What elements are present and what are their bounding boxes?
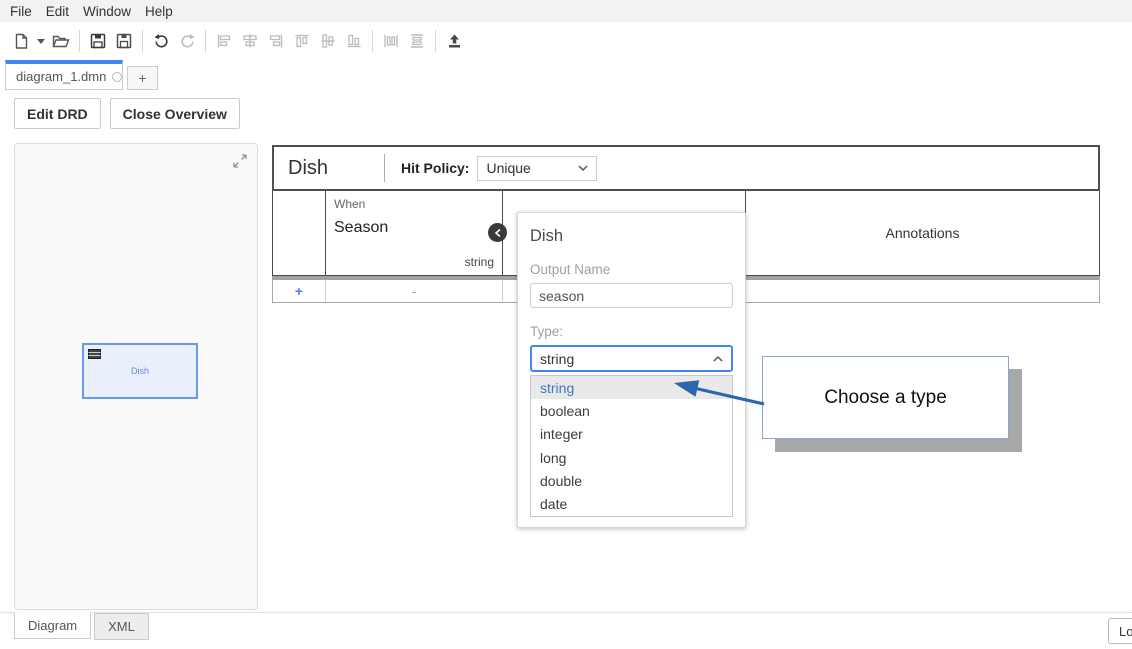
hit-policy-select[interactable]: Unique [477,156,597,181]
annotations-column-header[interactable]: Annotations [746,191,1099,275]
decision-table-title[interactable]: Dish [288,157,384,180]
input-column-name: Season [334,219,388,237]
overview-action-bar: Edit DRD Close Overview [14,98,240,129]
choose-type-callout: Choose a type [762,356,1009,439]
unsaved-indicator-icon [112,72,122,82]
type-label: Type: [530,324,733,339]
output-edit-popup: Dish Output Name Type: string string boo… [517,212,746,528]
type-select-value: string [540,351,574,367]
input-column-header[interactable]: When Season string [326,191,503,275]
edit-drd-button[interactable]: Edit DRD [14,98,101,129]
open-folder-icon [52,33,70,49]
input-column-type: string [465,255,494,269]
toolbar-separator [142,30,143,52]
align-bottom-button[interactable] [341,28,367,54]
tab-diagram-view[interactable]: Diagram [14,612,91,639]
column-edit-badge[interactable] [488,223,507,242]
add-row-button[interactable]: + [273,280,326,302]
menu-bar: File Edit Window Help [0,0,1132,22]
type-option-long[interactable]: long [531,446,732,469]
type-select[interactable]: string [530,345,733,372]
row-number-column-header [273,191,326,275]
open-file-button[interactable] [48,28,74,54]
toolbar-separator [372,30,373,52]
type-option-integer[interactable]: integer [531,423,732,446]
chevron-left-icon [494,228,502,238]
type-option-date[interactable]: date [531,492,732,515]
drd-overview-panel[interactable]: Dish [14,143,258,610]
when-label: When [334,197,365,211]
save-icon [90,33,106,49]
close-overview-button[interactable]: Close Overview [110,98,240,129]
footer-separator [0,612,1132,613]
distribute-horizontally-icon [383,33,399,49]
align-center-vertical-icon [242,33,258,49]
save-as-icon [116,33,132,49]
align-center-vertical-button[interactable] [237,28,263,54]
align-left-icon [216,33,232,49]
align-left-button[interactable] [211,28,237,54]
chevron-up-icon [713,356,723,362]
distribute-vertically-icon [409,33,425,49]
log-button[interactable]: Log [1108,618,1132,644]
view-tab-strip: Diagram XML [14,613,149,640]
save-button[interactable] [85,28,111,54]
input-cell[interactable]: - [326,280,503,302]
callout-text: Choose a type [824,387,947,409]
toolbar-separator [205,30,206,52]
redo-icon [179,33,196,49]
undo-button[interactable] [148,28,174,54]
distribute-vertically-button[interactable] [404,28,430,54]
new-file-icon [13,33,30,50]
annotation-cell[interactable] [746,280,1099,302]
align-right-icon [268,33,284,49]
tab-xml-view[interactable]: XML [94,613,149,640]
toolbar-separator [79,30,80,52]
file-tab-strip: diagram_1.dmn + [5,60,158,90]
menu-help[interactable]: Help [145,4,173,19]
toolbar-separator [435,30,436,52]
distribute-horizontally-button[interactable] [378,28,404,54]
node-label: Dish [131,366,149,376]
align-top-icon [294,33,310,49]
new-tab-button[interactable]: + [127,66,158,90]
popup-title: Dish [530,227,733,246]
decision-table-icon [88,349,101,359]
decision-table-header: Dish Hit Policy: Unique [272,145,1100,191]
output-name-label: Output Name [530,262,733,277]
caret-down-icon [37,39,45,44]
drd-node-dish[interactable]: Dish [82,343,198,399]
hit-policy-label: Hit Policy: [401,160,469,176]
menu-file[interactable]: File [10,4,32,19]
align-right-button[interactable] [263,28,289,54]
save-as-button[interactable] [111,28,137,54]
type-option-double[interactable]: double [531,469,732,492]
expand-panel-icon[interactable] [232,153,248,169]
undo-icon [153,33,170,49]
plus-icon: + [138,70,146,86]
chevron-down-icon [578,165,588,171]
tab-diagram-1-dmn[interactable]: diagram_1.dmn [5,60,123,90]
upload-icon [447,34,462,49]
redo-button[interactable] [174,28,200,54]
menu-window[interactable]: Window [83,4,131,19]
callout-arrow-icon [668,374,772,412]
align-bottom-icon [346,33,362,49]
menu-edit[interactable]: Edit [46,4,69,19]
hit-policy-value: Unique [486,160,530,176]
toolbar [0,22,1132,60]
dmn-editor-window: File Edit Window Help [0,0,1132,649]
output-name-input[interactable] [530,283,733,308]
align-middle-horizontal-icon [320,33,336,49]
align-top-button[interactable] [289,28,315,54]
annotations-label: Annotations [886,225,960,241]
new-file-dropdown-button[interactable] [34,28,48,54]
deploy-upload-button[interactable] [441,28,467,54]
new-file-button[interactable] [8,28,34,54]
align-middle-horizontal-button[interactable] [315,28,341,54]
header-divider [384,154,385,182]
tab-label: diagram_1.dmn [16,69,106,84]
